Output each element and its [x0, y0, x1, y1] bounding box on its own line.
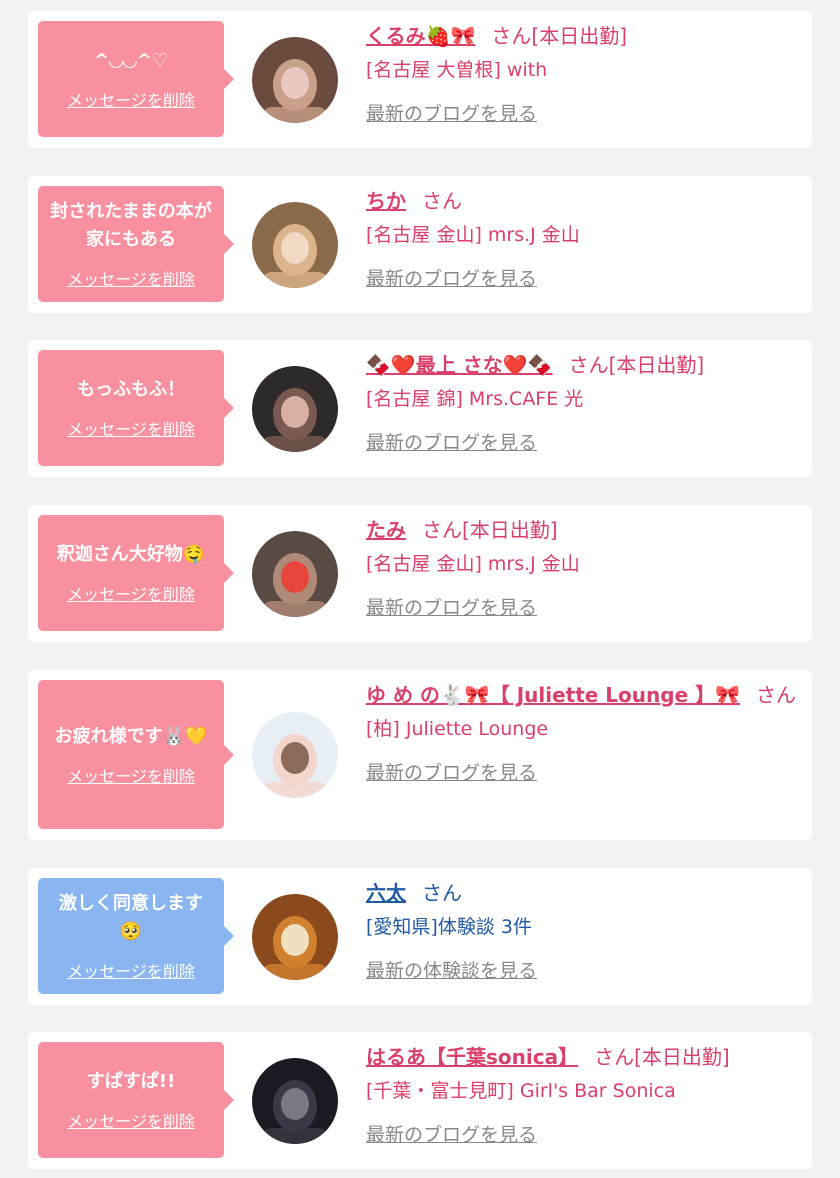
honorific-label: さん — [568, 353, 609, 377]
avatar-food-photo-icon[interactable] — [252, 894, 338, 980]
cast-info: はるあ【千葉sonica】 さん[本日出勤] [千葉・富士見町] Girl's Ba… — [366, 1042, 798, 1148]
delete-message-link[interactable]: メッセージを削除 — [67, 87, 195, 111]
shop-name: [愛知県]体験談 3件 — [366, 916, 532, 938]
latest-post-link[interactable]: 最新のブログを見る — [366, 266, 537, 292]
message-text: すぱすぱ!! — [86, 1071, 176, 1092]
avatar-photo-icon[interactable] — [252, 202, 338, 288]
honorific-label: さん — [422, 189, 462, 213]
delete-message-link[interactable]: メッセージを削除 — [67, 958, 195, 982]
delete-message-link[interactable]: メッセージを削除 — [67, 416, 195, 440]
cast-name-link[interactable]: ゆ め の🐇🎀【 Juliette Lounge 】🎀 — [366, 683, 740, 707]
shop-name: [名古屋 金山] mrs.J 金山 — [366, 553, 580, 575]
cast-name-link[interactable]: はるあ【千葉sonica】 — [366, 1045, 578, 1069]
shop-name: [名古屋 大曽根] with — [366, 59, 548, 81]
message-card: 釈迦さん大好物🤤 メッセージを削除 たみ さん[本日出勤] [名古屋 金山] mrs.J… — [28, 505, 812, 642]
cast-name-link[interactable]: ちか — [366, 189, 406, 213]
cast-name-link[interactable]: たみ — [366, 518, 406, 542]
message-bubble: すぱすぱ!! メッセージを削除 — [38, 1042, 234, 1158]
delete-message-link[interactable]: メッセージを削除 — [67, 763, 195, 787]
message-card: 激しく同意します🥺 メッセージを削除 六太 さん [愛知県]体験談 3件最新の体験談を見… — [28, 868, 812, 1005]
cast-info: ゆ め の🐇🎀【 Juliette Lounge 】🎀 さん [柏] Juliett… — [366, 680, 798, 786]
message-card: もっふもふ！ メッセージを削除 🍫❤️最上 さな❤️🍫 さん[本日出勤] [名古屋 錦]… — [28, 340, 812, 477]
message-text: もっふもふ！ — [77, 379, 185, 400]
message-card: すぱすぱ!! メッセージを削除 はるあ【千葉sonica】 さん[本日出勤] [千葉・富… — [28, 1032, 812, 1169]
shop-name: [名古屋 金山] mrs.J 金山 — [366, 224, 580, 246]
message-text: 釈迦さん大好物🤤 — [56, 544, 206, 565]
message-bubble: ^◡◡^♡ メッセージを削除 — [38, 21, 234, 137]
message-text: 激しく同意します🥺 — [59, 893, 203, 942]
message-text: 封されたままの本が家にもある — [50, 201, 212, 250]
work-status: [本日出勤] — [608, 353, 705, 377]
message-text: お疲れ様です🐰💛 — [54, 725, 208, 747]
cast-name-link[interactable]: 六太 — [366, 881, 406, 905]
latest-post-link[interactable]: 最新のブログを見る — [366, 430, 537, 456]
avatar-photo-icon[interactable] — [252, 366, 338, 452]
honorific-label: さん — [756, 683, 797, 707]
honorific-label: さん — [422, 881, 462, 905]
message-bubble: 釈迦さん大好物🤤 メッセージを削除 — [38, 515, 234, 631]
cast-info: たみ さん[本日出勤] [名古屋 金山] mrs.J 金山最新のブログを見る — [366, 515, 798, 621]
cast-name-line: くるみ🍓🎀 さん[本日出勤] — [366, 21, 798, 51]
honorific-label: さん — [594, 1045, 635, 1069]
latest-post-link[interactable]: 最新の体験談を見る — [366, 958, 537, 984]
cast-name-line: たみ さん[本日出勤] — [366, 515, 798, 545]
latest-post-link[interactable]: 最新のブログを見る — [366, 760, 537, 786]
work-status: [本日出勤] — [634, 1045, 730, 1069]
avatar-photo-icon[interactable] — [252, 531, 338, 617]
cast-name-line: はるあ【千葉sonica】 さん[本日出勤] — [366, 1042, 798, 1072]
delete-message-link[interactable]: メッセージを削除 — [67, 581, 195, 605]
avatar-photo-icon[interactable] — [252, 712, 338, 798]
message-card: お疲れ様です🐰💛 メッセージを削除 ゆ め の🐇🎀【 Juliette Lounge… — [28, 670, 812, 840]
shop-name: [名古屋 錦] Mrs.CAFE 光 — [366, 388, 584, 410]
delete-message-link[interactable]: メッセージを削除 — [67, 266, 195, 290]
latest-post-link[interactable]: 最新のブログを見る — [366, 1122, 537, 1148]
shop-name: [千葉・富士見町] Girl's Bar Sonica — [366, 1080, 676, 1102]
avatar-photo-icon[interactable] — [252, 37, 338, 123]
cast-name-line: ゆ め の🐇🎀【 Juliette Lounge 】🎀 さん — [366, 680, 798, 710]
latest-post-link[interactable]: 最新のブログを見る — [366, 101, 537, 127]
message-text: ^◡◡^♡ — [94, 50, 168, 71]
message-bubble: お疲れ様です🐰💛 メッセージを削除 — [38, 680, 234, 829]
cast-name-line: 🍫❤️最上 さな❤️🍫 さん[本日出勤] — [366, 350, 798, 380]
honorific-label: さん — [491, 24, 532, 48]
work-status: [本日出勤] — [531, 24, 628, 48]
message-card: 封されたままの本が家にもあるメッセージを削除 ちか さん [名古屋 金山] mrs.J… — [28, 176, 812, 313]
delete-message-link[interactable]: メッセージを削除 — [67, 1108, 195, 1132]
work-status: [本日出勤] — [462, 518, 558, 542]
message-bubble: 激しく同意します🥺 メッセージを削除 — [38, 878, 234, 994]
cast-info: くるみ🍓🎀 さん[本日出勤] [名古屋 大曽根] with 最新のブログを見る — [366, 21, 798, 127]
message-bubble: 封されたままの本が家にもあるメッセージを削除 — [38, 186, 234, 302]
cast-name-line: ちか さん — [366, 186, 798, 216]
cast-info: 六太 さん [愛知県]体験談 3件最新の体験談を見る — [366, 878, 798, 984]
honorific-label: さん — [422, 518, 462, 542]
avatar-photo-icon[interactable] — [252, 1058, 338, 1144]
cast-name-link[interactable]: 🍫❤️最上 さな❤️🍫 — [366, 353, 553, 377]
cast-name-line: 六太 さん — [366, 878, 798, 908]
cast-name-link[interactable]: くるみ🍓🎀 — [366, 24, 475, 48]
cast-info: ちか さん [名古屋 金山] mrs.J 金山最新のブログを見る — [366, 186, 798, 292]
latest-post-link[interactable]: 最新のブログを見る — [366, 595, 537, 621]
shop-name: [柏] Juliette Lounge — [366, 718, 549, 740]
message-card: ^◡◡^♡ メッセージを削除 くるみ🍓🎀 さん[本日出勤] [名古屋 大曽根] with… — [28, 11, 812, 148]
message-bubble: もっふもふ！ メッセージを削除 — [38, 350, 234, 466]
cast-info: 🍫❤️最上 さな❤️🍫 さん[本日出勤] [名古屋 錦] Mrs.CAFE 光最新の… — [366, 350, 798, 456]
